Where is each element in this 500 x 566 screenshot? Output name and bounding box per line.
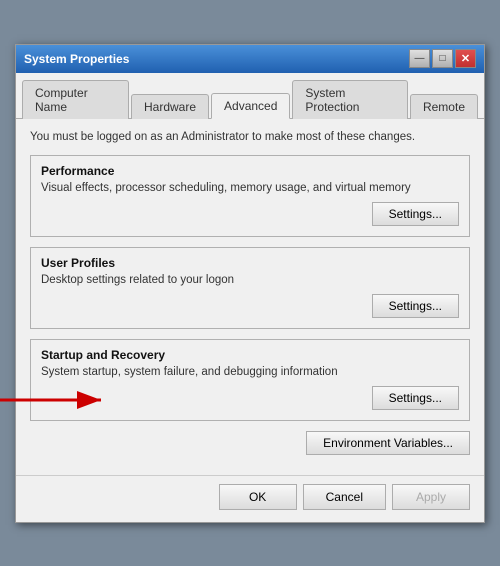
tab-advanced[interactable]: Advanced xyxy=(211,93,290,119)
ok-button[interactable]: OK xyxy=(219,484,297,510)
maximize-button[interactable]: □ xyxy=(432,49,453,68)
bottom-button-bar: OK Cancel Apply xyxy=(16,475,484,522)
env-vars-row: Environment Variables... xyxy=(30,431,470,455)
startup-recovery-btn-row: Settings... xyxy=(41,386,459,410)
startup-recovery-desc: System startup, system failure, and debu… xyxy=(41,366,459,378)
performance-btn-row: Settings... xyxy=(41,202,459,226)
system-properties-window: System Properties — □ ✕ Computer Name Ha… xyxy=(15,44,485,523)
tab-system-protection[interactable]: System Protection xyxy=(292,80,408,119)
performance-settings-button[interactable]: Settings... xyxy=(372,202,459,226)
tab-strip: Computer Name Hardware Advanced System P… xyxy=(16,73,484,119)
startup-recovery-title: Startup and Recovery xyxy=(41,348,459,362)
tab-content: You must be logged on as an Administrato… xyxy=(16,119,484,471)
tab-remote[interactable]: Remote xyxy=(410,94,478,119)
user-profiles-desc: Desktop settings related to your logon xyxy=(41,274,459,286)
close-button[interactable]: ✕ xyxy=(455,49,476,68)
user-profiles-section: User Profiles Desktop settings related t… xyxy=(30,247,470,329)
user-profiles-title: User Profiles xyxy=(41,256,459,270)
minimize-button[interactable]: — xyxy=(409,49,430,68)
title-bar: System Properties — □ ✕ xyxy=(16,45,484,73)
startup-recovery-section: Startup and Recovery System startup, sys… xyxy=(30,339,470,421)
performance-title: Performance xyxy=(41,164,459,178)
startup-recovery-settings-button[interactable]: Settings... xyxy=(372,386,459,410)
environment-variables-button[interactable]: Environment Variables... xyxy=(306,431,470,455)
title-bar-controls: — □ ✕ xyxy=(409,49,476,68)
performance-section: Performance Visual effects, processor sc… xyxy=(30,155,470,237)
performance-desc: Visual effects, processor scheduling, me… xyxy=(41,182,459,194)
user-profiles-settings-button[interactable]: Settings... xyxy=(372,294,459,318)
cancel-button[interactable]: Cancel xyxy=(303,484,386,510)
admin-note: You must be logged on as an Administrato… xyxy=(30,131,470,143)
apply-button[interactable]: Apply xyxy=(392,484,470,510)
window-title: System Properties xyxy=(24,52,129,66)
user-profiles-btn-row: Settings... xyxy=(41,294,459,318)
tab-computer-name[interactable]: Computer Name xyxy=(22,80,129,119)
tab-hardware[interactable]: Hardware xyxy=(131,94,209,119)
